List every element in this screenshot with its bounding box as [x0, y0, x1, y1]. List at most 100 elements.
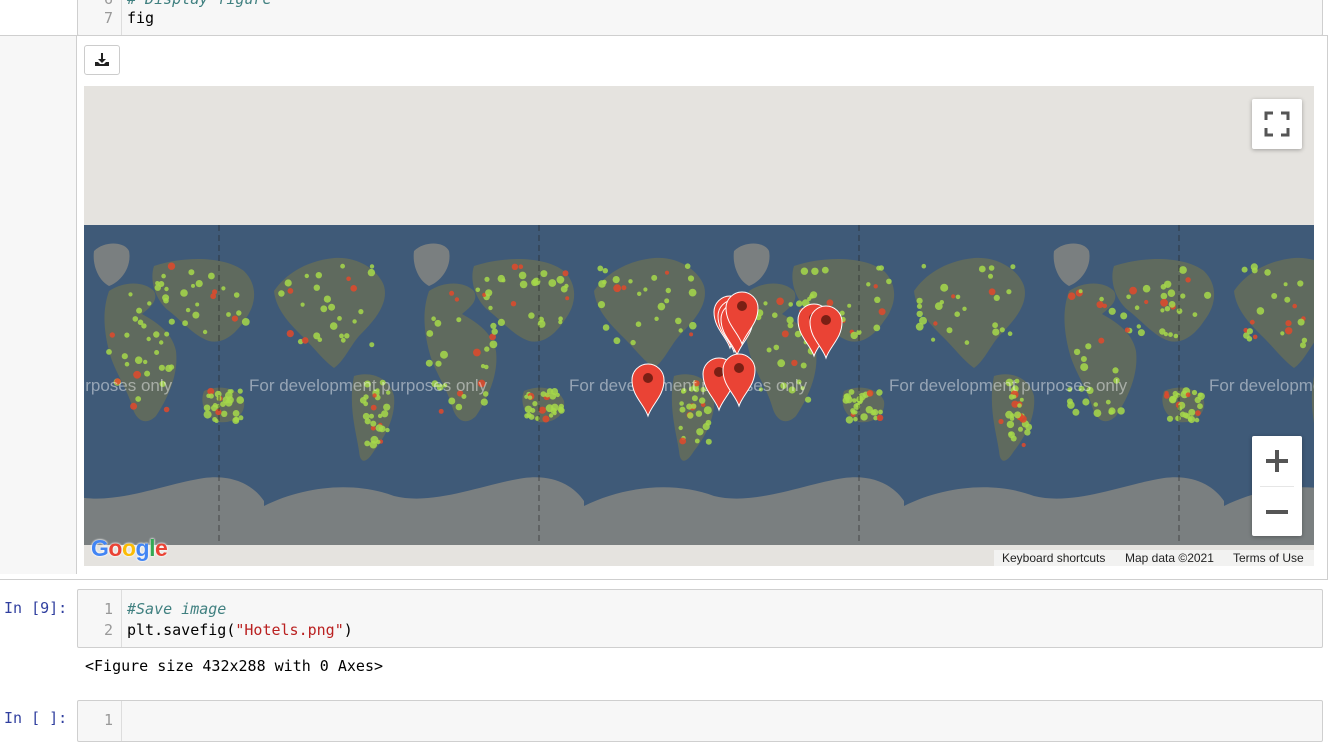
heat-point — [664, 270, 670, 275]
heat-point — [1192, 312, 1198, 317]
heat-point — [1144, 299, 1149, 305]
heat-point — [1175, 415, 1181, 422]
heat-point — [1010, 264, 1016, 270]
heat-point — [955, 294, 961, 300]
heat-point — [1108, 307, 1116, 315]
heat-point — [705, 419, 712, 426]
heat-point — [188, 269, 195, 276]
heat-point — [284, 279, 292, 287]
heat-point — [484, 346, 490, 352]
heat-point — [1297, 318, 1305, 326]
heat-point — [684, 263, 691, 269]
heat-point — [538, 406, 546, 414]
heat-point — [1112, 367, 1119, 374]
keyboard-shortcuts-link[interactable]: Keyboard shortcuts — [1002, 551, 1105, 565]
heat-point — [933, 321, 938, 326]
heat-point — [435, 360, 442, 367]
heat-point — [484, 276, 490, 282]
heat-point — [772, 312, 778, 318]
heat-point — [352, 319, 357, 324]
heat-point — [850, 331, 858, 340]
watermark-text: For development purposes only — [249, 376, 488, 395]
heat-point — [1195, 410, 1201, 416]
heat-point — [777, 359, 786, 368]
heat-point — [1160, 292, 1168, 300]
fullscreen-button[interactable] — [1252, 99, 1302, 149]
terms-of-use-link[interactable]: Terms of Use — [1233, 551, 1304, 565]
heat-point — [510, 301, 517, 307]
heat-point — [1185, 392, 1191, 398]
heat-point — [1167, 289, 1176, 297]
heat-point — [651, 274, 658, 281]
map-data-text: Map data ©2021 — [1125, 551, 1214, 565]
heat-point — [544, 392, 550, 398]
heat-point — [339, 333, 344, 339]
heat-point — [1173, 333, 1179, 339]
heat-point — [916, 303, 923, 309]
zoom-out-button[interactable] — [1252, 487, 1302, 536]
heat-point — [542, 415, 550, 423]
heat-point — [597, 301, 606, 309]
heat-point — [518, 264, 524, 269]
heat-point — [703, 406, 712, 415]
heat-point — [1163, 393, 1170, 399]
heat-point — [705, 438, 712, 445]
heat-point — [124, 332, 130, 338]
code-cell-9[interactable]: 1 2 #Save image plt.savefig("Hotels.png"… — [77, 589, 1323, 648]
heat-point — [873, 284, 878, 289]
heat-point — [1164, 280, 1172, 288]
heat-point — [370, 420, 377, 427]
heat-point — [876, 389, 883, 396]
heat-point — [858, 392, 866, 401]
watermark-text: For development purposes only — [1209, 376, 1314, 395]
heat-point — [519, 280, 528, 289]
code-cell-empty[interactable]: 1 — [77, 700, 1323, 742]
download-button[interactable] — [84, 45, 120, 75]
heat-point — [860, 413, 868, 421]
heat-point — [162, 294, 170, 302]
line-gutter: 1 — [78, 701, 122, 741]
heat-point — [438, 408, 444, 414]
map-container[interactable]: For development purposes only For develop… — [84, 86, 1314, 566]
heat-point — [1164, 306, 1171, 312]
heat-point — [375, 424, 384, 432]
heat-point — [215, 409, 222, 416]
heat-point — [1108, 407, 1116, 415]
heat-point — [999, 327, 1005, 333]
heat-point — [369, 413, 374, 419]
heat-point — [1066, 398, 1073, 405]
heat-point — [988, 288, 996, 296]
heat-point — [1024, 429, 1031, 436]
heat-point — [992, 322, 998, 329]
heat-point — [699, 397, 706, 404]
heat-point — [657, 302, 666, 311]
heat-point — [304, 273, 309, 279]
code-line: fig — [127, 9, 155, 27]
heat-point — [527, 395, 533, 400]
heat-point — [800, 362, 807, 369]
heat-point — [688, 288, 697, 297]
heat-point — [340, 337, 346, 343]
heat-point — [1067, 292, 1076, 300]
heat-point — [363, 401, 369, 407]
heat-point — [773, 344, 780, 351]
heat-point — [689, 321, 697, 330]
heat-point — [385, 427, 390, 433]
heat-point — [1169, 396, 1177, 403]
heat-point — [630, 339, 636, 346]
map-canvas[interactable]: For development purposes only For develop… — [84, 86, 1314, 566]
heat-point — [598, 280, 606, 288]
heat-point — [1197, 403, 1203, 410]
code-cell-top[interactable]: 6 7 # Display figure fig — [77, 0, 1323, 36]
heat-point — [426, 330, 434, 337]
heat-point — [613, 337, 621, 345]
heat-point — [484, 364, 489, 370]
heat-point — [146, 336, 151, 342]
heat-point — [431, 316, 436, 321]
heat-point — [811, 267, 819, 275]
heat-point — [853, 410, 858, 415]
heat-point — [124, 361, 130, 367]
heat-point — [1018, 426, 1023, 432]
fullscreen-icon — [1264, 111, 1290, 137]
zoom-in-button[interactable] — [1252, 436, 1302, 486]
